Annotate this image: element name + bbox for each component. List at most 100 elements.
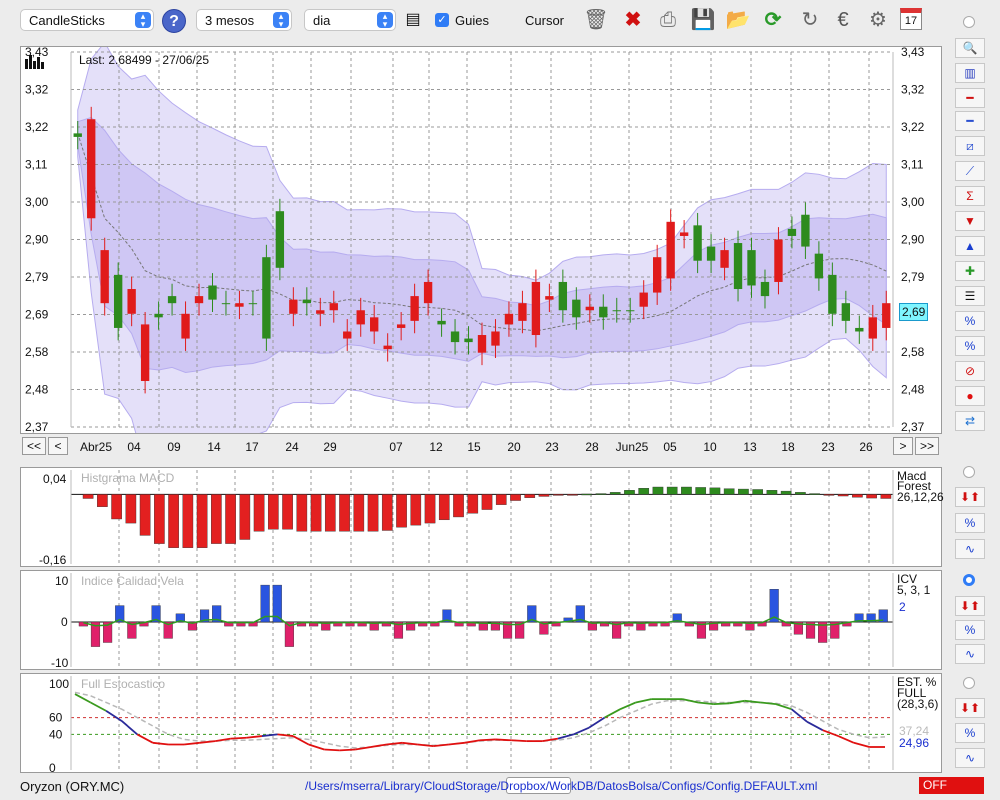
euro-icon[interactable]: € [830,7,856,33]
candle-body [343,331,352,339]
red-line-icon[interactable]: ━ [955,88,985,108]
y-tick: -0,16 [39,553,67,566]
printer-icon[interactable]: ⎙ [655,7,681,33]
status-off-badge[interactable]: OFF [919,777,984,794]
macd-bar [852,494,863,498]
y-tick-left: 2,90 [25,233,49,247]
stoch-percent-icon[interactable]: % [955,723,985,743]
reload-icon[interactable]: ↻ [797,7,823,33]
y-tick: 0,04 [43,472,67,486]
macd-bar [168,494,179,548]
x-tick-label: 23 [545,440,559,454]
y-tick: 0 [61,615,68,629]
macd-params: 26,12,26 [897,490,944,504]
blue-line-icon[interactable]: ━ [955,111,985,131]
macd-bar [495,494,507,505]
candle-body [396,324,406,328]
macd-arrows-icon[interactable]: ⬇⬆ [955,487,985,507]
stoch-wave-icon[interactable]: ∿ [955,748,985,768]
candle-body [113,274,123,328]
period-select[interactable]: 3 mesos ▴ ▾ [196,9,292,31]
radio-macd[interactable] [963,466,975,478]
channel-icon[interactable]: ⧄ [955,136,985,156]
chart-type-select[interactable]: CandleSticks ▴ ▾ [20,9,154,31]
nav-next-button[interactable]: > [893,437,913,455]
bands-icon[interactable]: ▥ [955,63,985,83]
percent-scale-icon[interactable]: % [955,311,985,331]
candle-body [87,119,96,219]
record-icon[interactable]: ● [955,386,985,406]
candle-body [127,289,136,314]
stoch-k-segment [853,741,870,748]
calendar-icon[interactable]: 17 [900,8,922,30]
radio-icv[interactable] [963,574,975,586]
zoom-icon[interactable]: 🔍 [955,38,985,58]
macd-bar [211,494,222,544]
stoch-k-segment [635,698,652,704]
macd-bar [239,494,251,540]
window-icon[interactable]: ▤ [400,7,426,33]
gear-icon[interactable]: ⚙ [865,7,891,33]
radio-stoch[interactable] [963,677,975,689]
stoch-arrows-icon[interactable]: ⬇⬆ [955,698,985,718]
add-remove-icon[interactable]: ✚ [955,261,985,281]
stoch-k-segment [74,693,92,704]
candle-body [679,232,689,236]
nav-prev-button[interactable]: < [48,437,68,455]
icv-arrows-icon[interactable]: ⬇⬆ [955,596,985,616]
candle-body [801,214,810,247]
candle-body [248,303,258,305]
nav-last-button[interactable]: >> [915,437,939,455]
macd-wave-icon[interactable]: ∿ [955,539,985,559]
lines-icon[interactable]: ☰ [955,286,985,306]
config-path[interactable]: /Users/mserra/Library/CloudStorage/Dropb… [305,779,817,793]
macd-bar [795,492,806,495]
macd-bar [424,494,436,524]
stoch-k-segment [822,729,839,737]
macd-bar [82,494,94,499]
save-icon[interactable]: 💾 [690,7,716,33]
interval-select[interactable]: dia ▴ ▾ [304,9,396,31]
stoch-k-segment [790,708,808,723]
stoch-k-segment [324,748,340,752]
macd-bar [367,494,379,532]
price-chart: 3,43 3,433,32 3,323,22 3,223,11 3,113,00 3,00… [25,47,925,433]
icv-percent-icon[interactable]: % [955,620,985,640]
no-icon[interactable]: ⊘ [955,361,985,381]
folder-icon[interactable]: 📂 [725,7,751,33]
percent-lines-icon[interactable]: % [955,336,985,356]
macd-bar [709,487,721,495]
macd-percent-icon[interactable]: % [955,513,985,533]
help-button[interactable]: ? [162,9,186,33]
macd-bar [97,494,108,507]
stoch-k-segment [417,743,434,748]
sigma-icon[interactable]: Σ [955,186,985,206]
macd-bar [581,493,593,496]
refresh-icon[interactable]: ⟳ [760,7,786,33]
trash-icon[interactable]: 🗑 [583,7,609,33]
arrow-up-icon[interactable]: ▲ [955,236,985,256]
candle-body [868,317,877,339]
arrow-down-icon[interactable]: ▼ [955,211,985,231]
icv-wave-icon[interactable]: ∿ [955,644,985,664]
guies-checkbox[interactable]: ✓ [435,13,449,27]
radio-main[interactable] [963,16,975,28]
candle-body [572,299,581,318]
candle-body [787,228,797,236]
macd-bar [467,494,479,514]
stoch-k-segment [837,735,855,744]
trendline-icon[interactable]: ⟋ [955,161,985,181]
swap-icon[interactable]: ⇄ [955,411,985,431]
y-tick-right: 2,37 [901,420,925,433]
stoch-k-segment [713,702,730,706]
toolbar: CandleSticks ▴ ▾ ? 3 mesos ▴ ▾ dia ▴ ▾ ▤ ✓ … [0,0,1000,794]
delete-icon[interactable]: ✖ [620,7,646,33]
candle-body [639,292,648,307]
macd-bar [823,494,835,496]
candle-body [477,335,487,353]
macd-bar [524,494,536,498]
candle-body [370,317,379,332]
nav-first-button[interactable]: << [22,437,46,455]
candle-body [194,296,204,304]
macd-title: Histgrama MACD [81,471,175,485]
